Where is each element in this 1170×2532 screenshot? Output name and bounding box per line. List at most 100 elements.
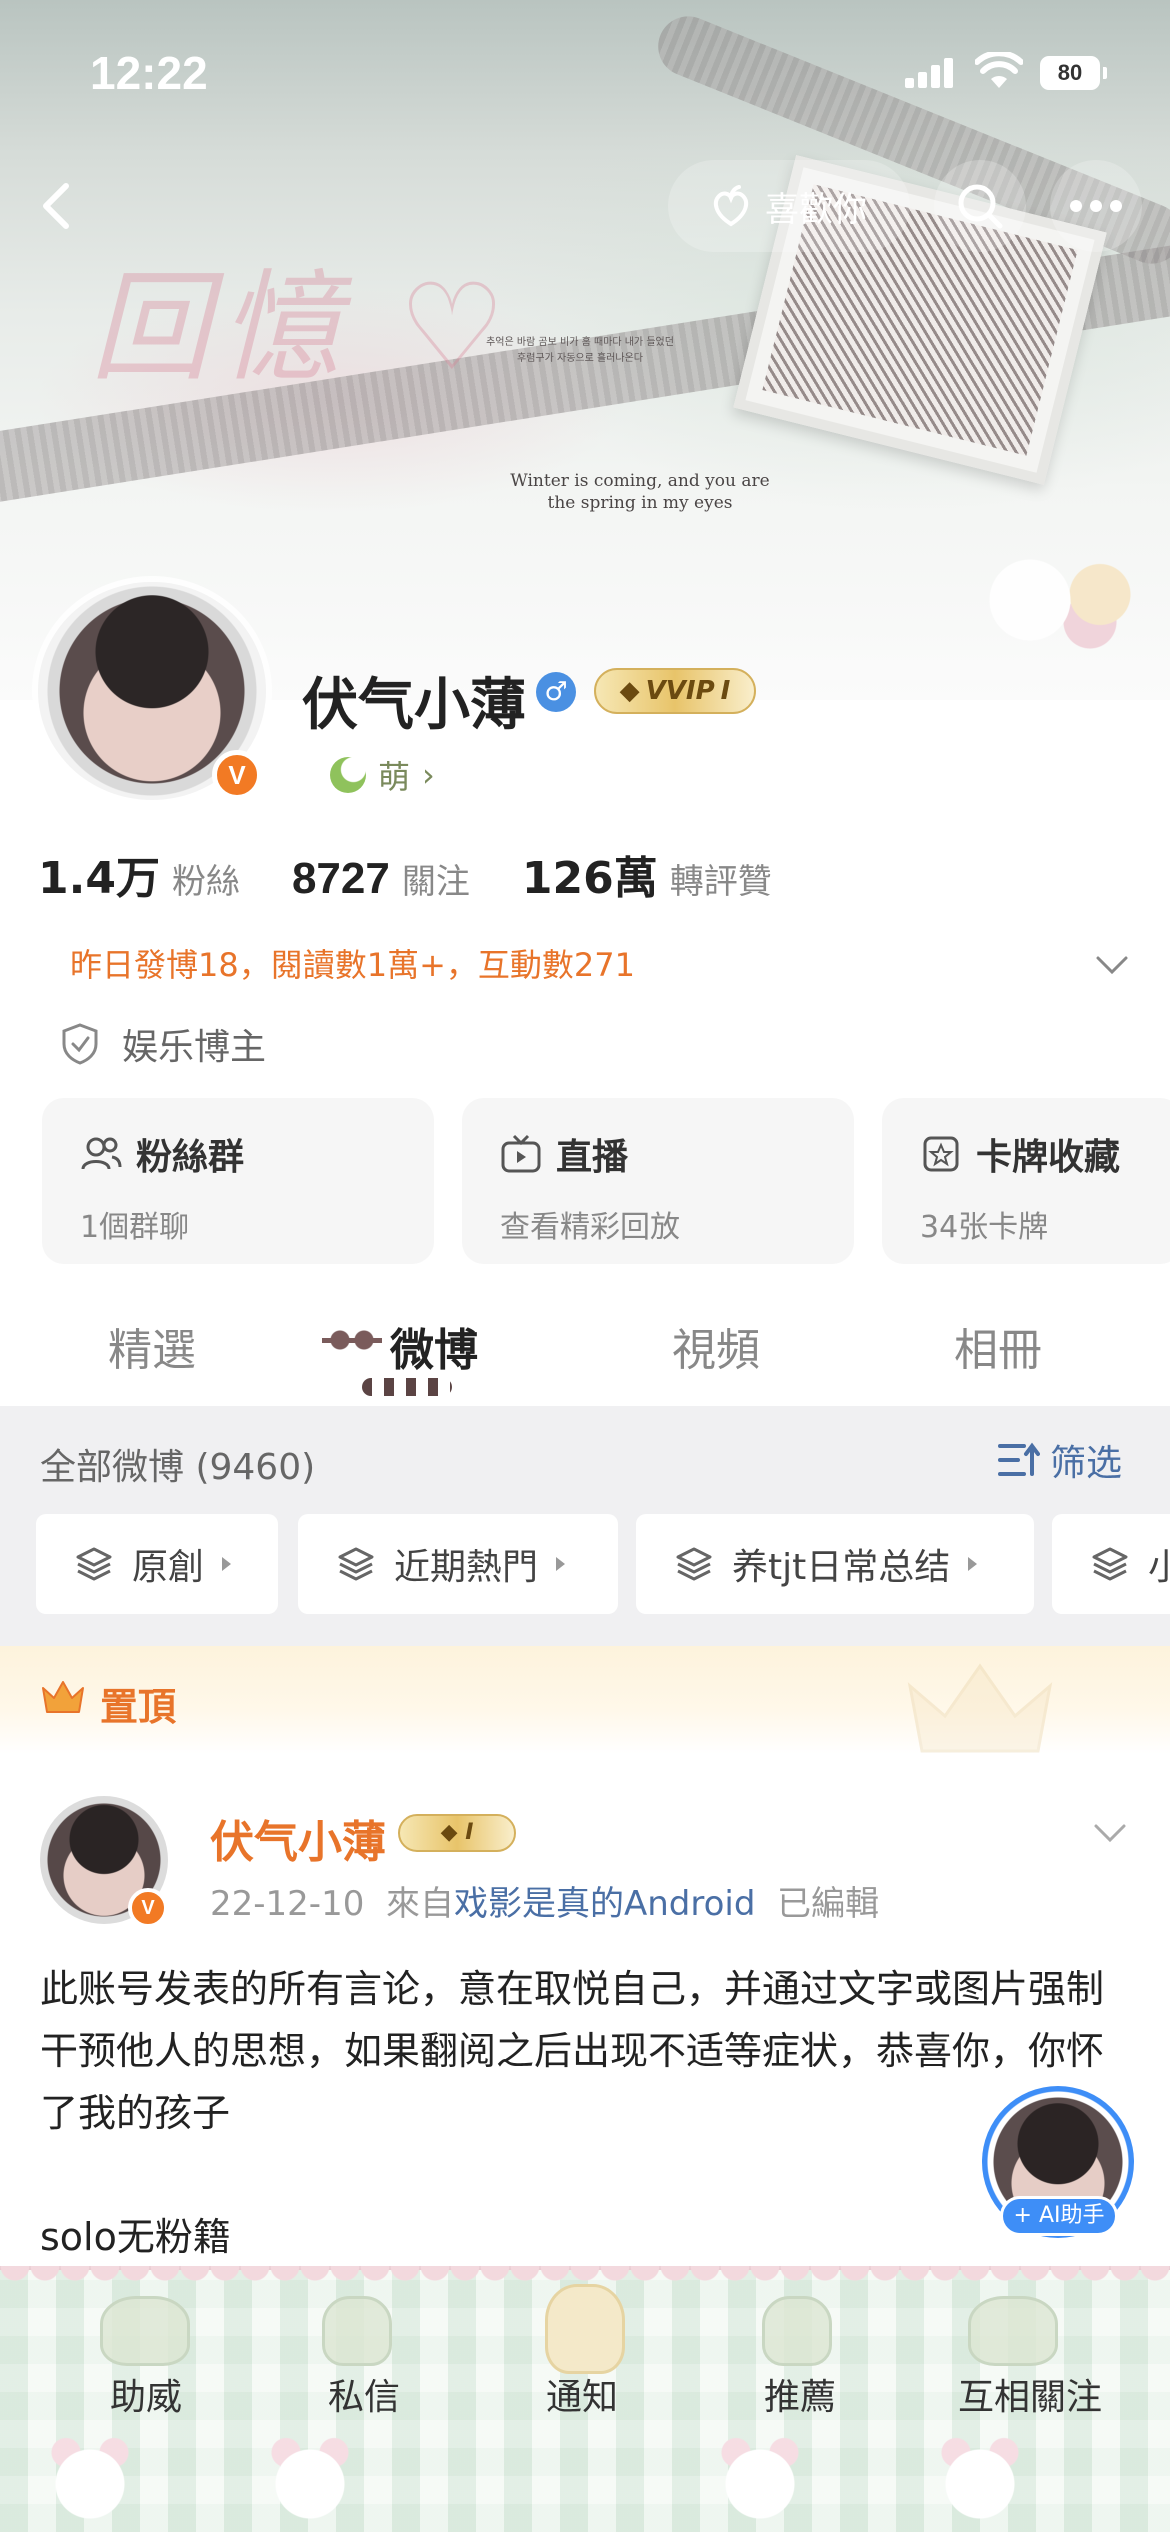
ai-assistant-label[interactable]: + AI助手 <box>1000 2196 1118 2236</box>
layers-icon <box>1092 1547 1128 1581</box>
post-vip-badge: ◆ I <box>398 1814 516 1852</box>
crown-decoration-icon <box>907 1663 1053 1753</box>
tab-weibo[interactable]: 微博 <box>390 1314 478 1378</box>
bow-decoration-icon <box>322 2296 392 2366</box>
stat-label: 轉評贊 <box>669 862 772 902</box>
layers-icon <box>338 1547 374 1581</box>
layers-icon <box>676 1547 712 1581</box>
battery-indicator: 80 <box>1040 56 1107 90</box>
chevron-right-icon: › <box>422 756 435 794</box>
feed-count: 全部微博 (9460) <box>40 1447 316 1488</box>
more-options-button[interactable] <box>1050 160 1142 252</box>
creator-tag-label: 娱乐博主 <box>122 1027 267 1068</box>
tab-albums[interactable]: 相冊 <box>954 1314 1042 1378</box>
nav-cheer[interactable]: 助威 <box>56 2368 236 2420</box>
search-icon <box>958 184 1003 229</box>
filter-chip-more[interactable]: 小 <box>1052 1514 1170 1614</box>
bunny-decoration-icon <box>700 2430 820 2520</box>
group-icon <box>81 1137 122 1170</box>
profile-tabs: 精選 微博 視頻 相冊 <box>0 1296 1170 1406</box>
stat-number: 8727 <box>291 854 390 903</box>
card-subtitle: 查看精彩回放 <box>500 1210 680 1245</box>
caret-right-icon <box>968 1557 978 1571</box>
male-gender-icon: ♂ <box>536 672 576 712</box>
stat-label: 關注 <box>401 862 470 902</box>
tab-featured[interactable]: 精選 <box>108 1314 196 1378</box>
card-subtitle: 1個群聊 <box>80 1210 190 1245</box>
tab-videos[interactable]: 視頻 <box>672 1314 760 1378</box>
bunny-decoration-icon <box>30 2430 150 2520</box>
peach-heart-icon <box>713 185 749 227</box>
card-collection-card[interactable]: 卡牌收藏 34张卡牌 <box>882 1098 1170 1264</box>
bow-decoration-icon <box>762 2296 832 2366</box>
post-meta: 22-12-10 來自戏影是真的Android 已編輯 <box>210 1876 879 1925</box>
fan-group-card[interactable]: 粉絲群 1個群聊 <box>42 1098 434 1264</box>
nav-mutual-follow[interactable]: 互相關注 <box>930 2368 1130 2420</box>
post-from-prefix: 來自 <box>385 1884 454 1924</box>
profile-stats: 1.4万 粉絲 8727 關注 126萬 轉評贊 <box>38 842 772 906</box>
toy-block-decoration-icon <box>545 2284 625 2374</box>
post-body-extra: solo无粉籍 <box>40 2215 231 2259</box>
heart-decoration-icon <box>100 2296 190 2366</box>
bunny-sticker-decoration <box>950 545 1150 655</box>
bunny-decoration-icon <box>250 2430 370 2520</box>
stat-number: 1.4万 <box>38 853 160 904</box>
card-star-icon <box>923 1136 959 1172</box>
vvip-level: I <box>720 676 731 706</box>
post-edited-label: 已編輯 <box>777 1884 880 1924</box>
chip-label: 小 <box>1148 1547 1170 1588</box>
vvip-label: VVIP <box>645 676 715 706</box>
banner-korean-text: 추억은 바람 곰보 비가 홈 때마다 내가 들었던 후렴구가 자동으로 흘러나온… <box>486 337 674 364</box>
layers-icon <box>76 1547 112 1581</box>
tv-icon <box>501 1134 541 1173</box>
stat-following[interactable]: 8727 關注 <box>292 854 470 904</box>
card-title: 粉絲群 <box>136 1137 245 1178</box>
stat-interactions[interactable]: 126萬 轉評贊 <box>522 842 772 906</box>
heart-decoration-icon <box>968 2296 1058 2366</box>
search-button[interactable] <box>934 160 1026 252</box>
stat-followers[interactable]: 1.4万 粉絲 <box>38 842 240 906</box>
activity-summary: 昨日發博18，閱讀數1萬+，互動數271 <box>70 946 635 984</box>
post-body: 此账号发表的所有言论，意在取悦自己，并通过文字或图片强制干预他人的思想，如果翻阅… <box>40 1967 1105 2135</box>
diamond-icon: ◆ <box>619 676 640 706</box>
caret-right-icon <box>556 1557 566 1571</box>
filter-chip-trending[interactable]: 近期熱門 <box>298 1514 618 1614</box>
caret-right-icon <box>222 1557 232 1571</box>
crown-icon <box>42 1681 84 1713</box>
chevron-down-icon[interactable] <box>1092 944 1132 984</box>
stat-number: 126萬 <box>521 853 658 904</box>
more-dots-icon <box>1070 200 1122 212</box>
post-options-chevron-icon[interactable] <box>1090 1812 1130 1852</box>
card-title: 卡牌收藏 <box>976 1137 1121 1178</box>
chip-label: 养tjt日常总结 <box>732 1547 951 1588</box>
live-card[interactable]: 直播 查看精彩回放 <box>462 1098 854 1264</box>
like-you-button[interactable]: 喜歡你 <box>668 160 910 252</box>
nav-message[interactable]: 私信 <box>274 2368 454 2420</box>
post-author-name[interactable]: 伏气小薄 <box>210 1806 386 1870</box>
filter-chip-daily-summary[interactable]: 养tjt日常总结 <box>636 1514 1034 1614</box>
card-subtitle: 34张卡牌 <box>920 1210 1049 1245</box>
mood-status[interactable]: 萌 › <box>330 752 435 798</box>
post-source-link[interactable]: 戏影是真的Android <box>454 1884 755 1924</box>
back-arrow-icon[interactable] <box>28 176 88 236</box>
tab-active-indicator <box>362 1378 452 1396</box>
filter-chip-original[interactable]: 原創 <box>36 1514 278 1614</box>
card-title: 直播 <box>556 1137 629 1178</box>
nav-recommend[interactable]: 推薦 <box>710 2368 890 2420</box>
status-time: 12:22 <box>90 47 208 99</box>
cellular-signal-icon <box>905 56 955 88</box>
verified-badge: V <box>212 750 262 800</box>
creator-tag[interactable]: 娱乐博主 <box>60 1018 266 1070</box>
nav-notify[interactable]: 通知 <box>492 2368 672 2420</box>
filter-button[interactable]: 筛选 <box>996 1434 1122 1486</box>
post-verified-badge: V <box>128 1888 168 1928</box>
post-date: 22-12-10 <box>210 1884 365 1924</box>
bow-decoration-icon <box>322 1320 382 1360</box>
shield-check-icon <box>62 1023 98 1065</box>
filter-sort-icon <box>998 1442 1040 1476</box>
bunny-decoration-icon <box>920 2430 1040 2520</box>
vvip-badge[interactable]: ◆ VVIP I <box>594 668 756 714</box>
filter-label: 筛选 <box>1050 1443 1123 1484</box>
like-you-label: 喜歡你 <box>765 189 867 230</box>
stat-label: 粉絲 <box>171 862 240 902</box>
